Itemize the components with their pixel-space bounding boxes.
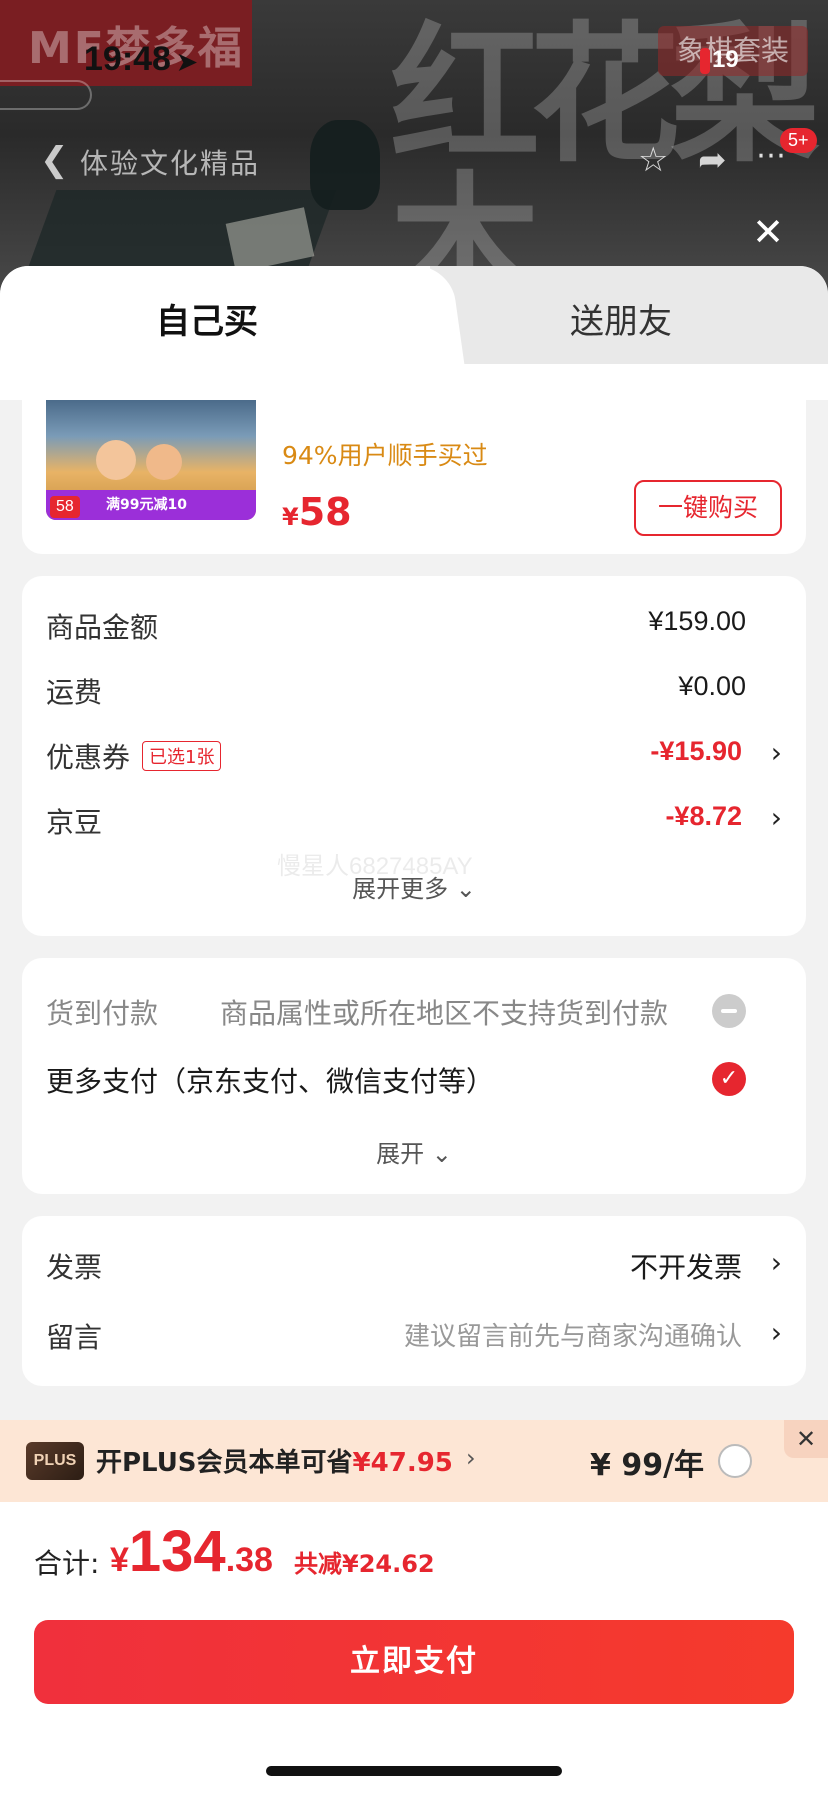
- more-payment-option[interactable]: 更多支付（京东支付、微信支付等）: [46, 1060, 494, 1100]
- product-image-figure: [146, 444, 182, 480]
- invoice-label: 发票: [46, 1251, 103, 1284]
- home-indicator: [266, 1766, 562, 1776]
- coupon-value: -¥15.90: [650, 736, 742, 766]
- coupon-row[interactable]: 优惠券 已选1张 -¥15.90 ›: [46, 736, 782, 776]
- cod-unavailable-note: 商品属性或所在地区不支持货到付款: [220, 997, 669, 1030]
- purchase-tabs: 自己买 送朋友: [0, 266, 828, 400]
- goods-amount-row: 商品金额 ¥159.00: [46, 606, 782, 646]
- chevron-right-icon: ›: [770, 1246, 782, 1279]
- note-row[interactable]: 留言 建议留言前先与商家沟通确认 ›: [46, 1316, 782, 1356]
- note-placeholder[interactable]: 建议留言前先与商家沟通确认: [404, 1316, 742, 1353]
- disabled-minus-icon: [712, 994, 746, 1028]
- invoice-row[interactable]: 发票 不开发票 ›: [46, 1246, 782, 1286]
- plus-logo: PLUS: [26, 1442, 84, 1480]
- recommended-product-card: 58 满99元减10 94%用户顺手买过 ¥58 一键购买: [22, 400, 806, 554]
- jingdou-label: 京豆: [46, 806, 103, 839]
- total-amount: ¥134.38: [110, 1519, 273, 1584]
- amount-summary-card: 商品金额 ¥159.00 运费 ¥0.00 优惠券 已选1张 -¥15.90 › …: [22, 576, 806, 936]
- plus-promo-text: 开PLUS会员本单可省¥47.95: [96, 1448, 453, 1478]
- chevron-right-icon: ›: [770, 736, 782, 769]
- chevron-down-icon: ⌄: [455, 875, 476, 903]
- chevron-right-icon: ›: [770, 1316, 782, 1349]
- tab-self[interactable]: 自己买: [156, 294, 258, 343]
- chevron-right-icon: ›: [770, 801, 782, 834]
- one-click-buy-button[interactable]: 一键购买: [634, 480, 782, 536]
- jingdou-value: -¥8.72: [665, 801, 742, 831]
- location-arrow-icon: ➤: [176, 49, 198, 76]
- product-image-promo: 满99元减10: [106, 497, 187, 513]
- status-time: 19:48 ➤: [84, 40, 198, 78]
- hero-vase-shape: [310, 120, 380, 210]
- checkout-sheet: 自己买 送朋友 58 满99元减10 94%用户顺手买过 ¥58 一键购买 商品…: [0, 266, 828, 1796]
- back-chevron-icon[interactable]: ❮: [40, 140, 69, 180]
- chevron-right-icon: ›: [466, 1444, 476, 1472]
- expand-more-button[interactable]: 展开更多 ⌄: [22, 869, 806, 904]
- product-repurchase-rate: 94%用户顺手买过: [282, 441, 488, 470]
- total-label: 合计:: [34, 1547, 100, 1580]
- payment-method-card: 货到付款 商品属性或所在地区不支持货到付款 更多支付（京东支付、微信支付等） ✓…: [22, 958, 806, 1194]
- chevron-down-icon: ⌄: [431, 1140, 452, 1168]
- shipping-row: 运费 ¥0.00: [46, 671, 782, 711]
- cod-label: 货到付款: [46, 997, 159, 1030]
- cart-count-badge: 5+: [780, 128, 817, 153]
- payment-expand-button[interactable]: 展开 ⌄: [22, 1134, 806, 1169]
- tab-gift[interactable]: 送朋友: [570, 294, 672, 343]
- checkout-footer: 合计: ¥134.38 共减¥24.62 立即支付: [0, 1502, 828, 1796]
- battery-badge: 19: [700, 46, 752, 76]
- close-icon[interactable]: ✕: [784, 1420, 828, 1458]
- goods-amount-label: 商品金额: [46, 611, 159, 644]
- shipping-label: 运费: [46, 676, 103, 709]
- share-icon[interactable]: ➦: [698, 140, 727, 180]
- total-discount: 共减¥24.62: [294, 1550, 435, 1578]
- product-price: ¥58: [282, 490, 352, 534]
- battery-icon: [700, 47, 710, 74]
- product-image-price: 58: [50, 496, 80, 518]
- plus-membership-bar[interactable]: PLUS 开PLUS会员本单可省¥47.95 › ¥ 99/年 ✕: [0, 1420, 828, 1502]
- product-image-figure: [96, 440, 136, 480]
- coupon-label: 优惠券 已选1张: [46, 736, 222, 776]
- goods-amount-value: ¥159.00: [648, 606, 746, 636]
- favorite-star-icon[interactable]: ☆: [638, 140, 668, 180]
- note-label: 留言: [46, 1321, 103, 1354]
- invoice-note-card: 发票 不开发票 › 留言 建议留言前先与商家沟通确认 ›: [22, 1216, 806, 1386]
- invoice-value: 不开发票: [629, 1251, 742, 1284]
- jingdou-row[interactable]: 京豆 -¥8.72 ›: [46, 801, 782, 841]
- plus-radio[interactable]: [718, 1444, 752, 1478]
- hero-pill: [0, 80, 92, 110]
- nav-title: 体验文化精品: [80, 147, 261, 180]
- product-image[interactable]: 58 满99元减10: [46, 400, 256, 520]
- pay-now-button[interactable]: 立即支付: [34, 1620, 794, 1704]
- shipping-value: ¥0.00: [678, 671, 746, 701]
- checkmark-icon[interactable]: ✓: [712, 1062, 746, 1096]
- coupon-selected-badge: 已选1张: [142, 741, 222, 771]
- plus-price: ¥ 99/年: [590, 1448, 705, 1483]
- close-icon[interactable]: ✕: [748, 212, 788, 252]
